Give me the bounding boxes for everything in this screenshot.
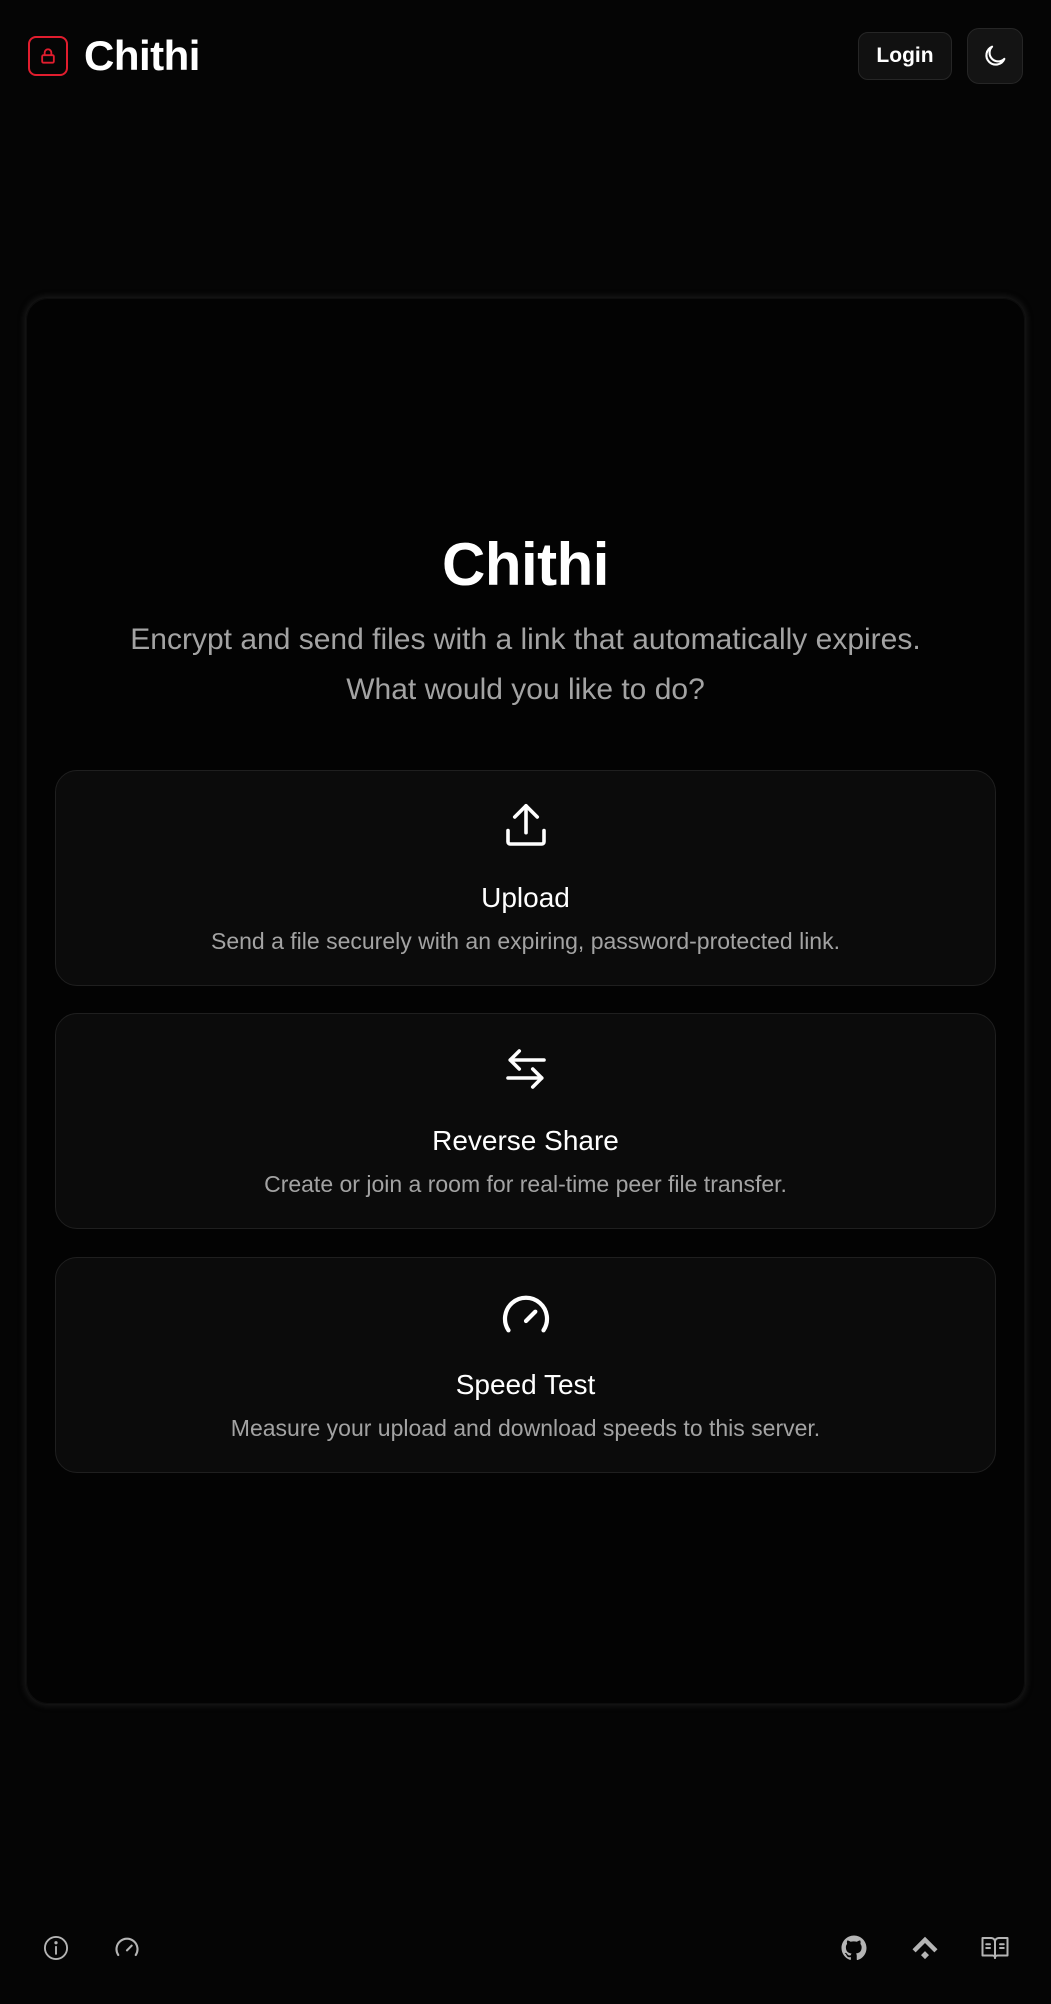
speed-test-option-card[interactable]: Speed Test Measure your upload and downl…	[55, 1257, 996, 1473]
reverse-share-option-description: Create or join a room for real-time peer…	[264, 1171, 787, 1197]
upload-icon	[499, 799, 553, 853]
arrows-left-right-icon	[499, 1042, 553, 1096]
header: Chithi Login	[0, 0, 1051, 112]
upload-option-card[interactable]: Upload Send a file securely with an expi…	[55, 770, 996, 986]
upload-option-title: Upload	[481, 882, 570, 913]
brand-name: Chithi	[84, 32, 200, 79]
speed-test-option-title: Speed Test	[455, 1369, 596, 1400]
speed-test-option-description: Measure your upload and download speeds …	[230, 1415, 821, 1441]
upload-option-description: Send a file securely with an expiring, p…	[211, 928, 840, 954]
subtitle-line-2: What would you like to do?	[346, 673, 705, 706]
github-icon[interactable]	[838, 1932, 870, 1964]
gauge-icon[interactable]	[111, 1932, 143, 1964]
reverse-share-option-title: Reverse Share	[432, 1125, 619, 1156]
docs-book-icon[interactable]	[979, 1932, 1011, 1964]
lock-icon	[28, 36, 68, 76]
moon-icon	[981, 42, 1009, 70]
login-button[interactable]: Login	[858, 32, 952, 80]
reverse-share-option-card[interactable]: Reverse Share Create or join a room for …	[55, 1013, 996, 1229]
gauge-icon	[498, 1286, 554, 1342]
page: Chithi Login Chithi Encrypt and send fil…	[0, 0, 1051, 2004]
main-card	[26, 298, 1025, 1704]
ko-fi-icon[interactable]	[909, 1932, 941, 1964]
theme-toggle-button[interactable]	[967, 28, 1023, 84]
brand-home-link[interactable]: Chithi	[28, 35, 200, 77]
info-icon[interactable]	[40, 1932, 72, 1964]
subtitle-line-1: Encrypt and send files with a link that …	[130, 623, 921, 656]
page-title: Chithi	[442, 531, 609, 598]
